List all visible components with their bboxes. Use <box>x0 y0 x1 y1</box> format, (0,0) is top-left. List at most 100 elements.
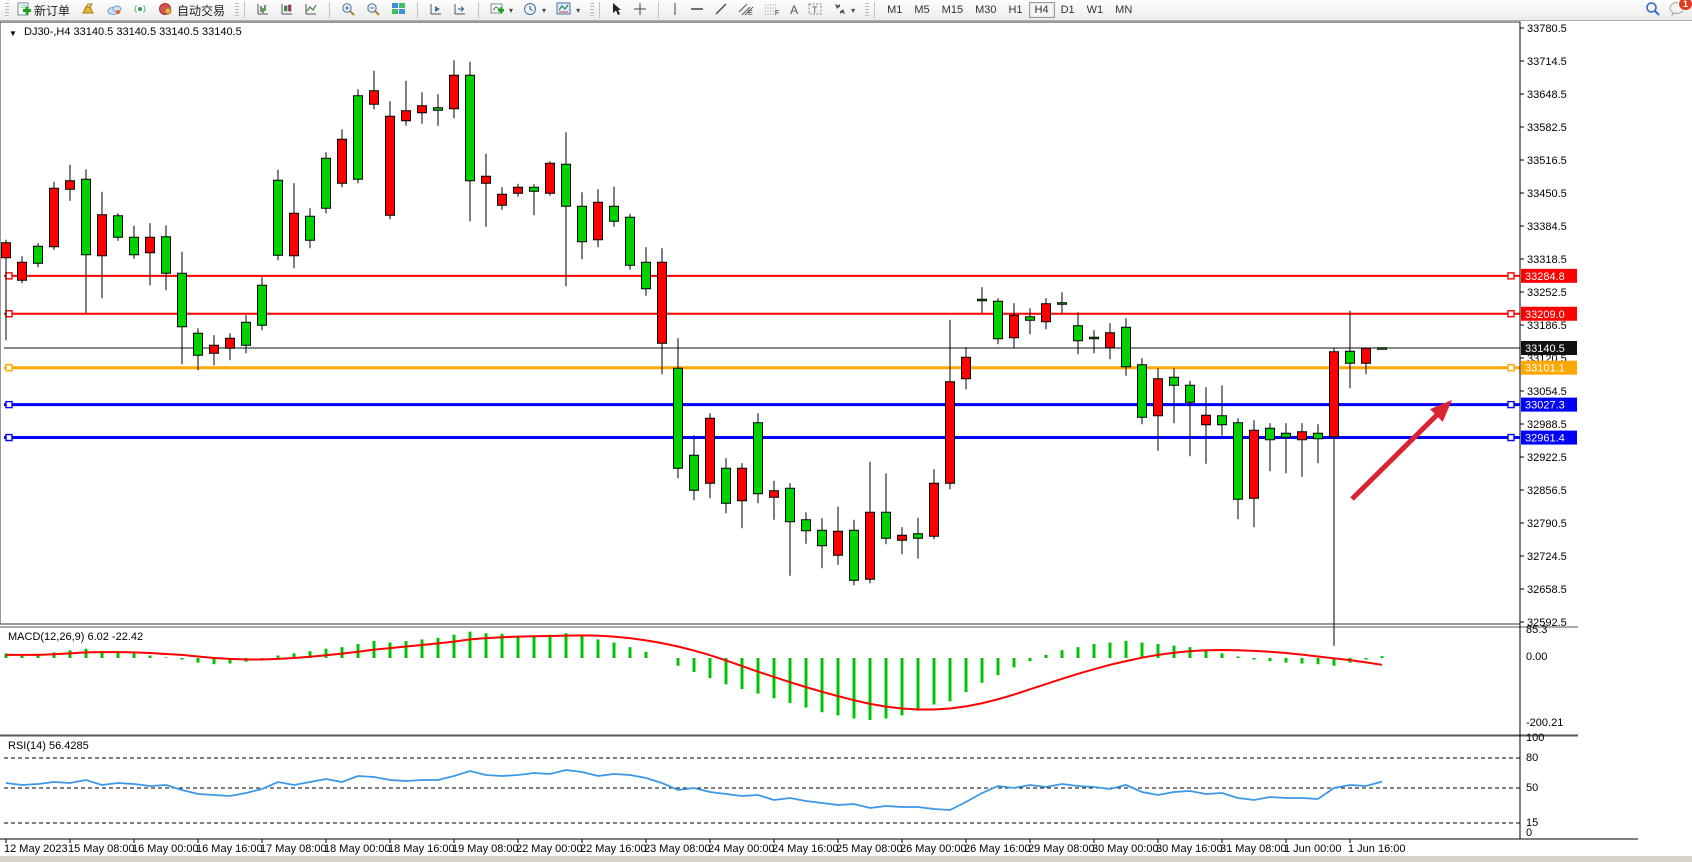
auto-trading-button[interactable]: 自动交易 <box>153 0 230 20</box>
candle-body-bear <box>962 357 971 379</box>
label-tool-button[interactable]: T <box>803 0 828 20</box>
time-axis-label: 30 May 00:00 <box>1092 843 1159 855</box>
toolbar-grip[interactable] <box>235 3 239 17</box>
candle-body-bull <box>1058 303 1067 305</box>
notifications-button[interactable]: 1 <box>1669 1 1686 19</box>
toolbar-grip[interactable] <box>865 3 869 17</box>
tab-timeframe-w1[interactable]: W1 <box>1081 2 1110 18</box>
candle-body-bear <box>594 202 603 240</box>
hline-handle-left[interactable] <box>6 365 12 371</box>
hline-handle-left[interactable] <box>6 311 12 317</box>
time-axis-label: 15 May 08:00 <box>68 843 135 855</box>
channel-tool-button[interactable]: E <box>733 0 759 20</box>
hline-tool-button[interactable] <box>685 0 709 20</box>
history-center-button[interactable] <box>75 0 101 20</box>
hline-handle-left[interactable] <box>6 402 12 408</box>
text-label-icon: T <box>808 2 823 18</box>
trendline-tool-button[interactable] <box>709 0 733 20</box>
candle-body-bull <box>1186 385 1195 402</box>
time-axis-label: 1 Jun 00:00 <box>1284 843 1342 855</box>
arrows-tool-button[interactable]: ▾ <box>828 0 860 20</box>
svg-text:T: T <box>812 5 818 15</box>
hline-handle-right[interactable] <box>1508 273 1514 279</box>
zoom-in-button[interactable] <box>336 0 361 20</box>
candle-body-bear <box>2 243 11 258</box>
candle-body-bull <box>802 520 811 531</box>
symbol-title: DJ30-,H4 33140.5 33140.5 33140.5 33140.5 <box>24 26 242 38</box>
time-axis-label: 26 May 16:00 <box>964 843 1031 855</box>
tab-timeframe-m1[interactable]: M1 <box>881 2 908 18</box>
signal-button[interactable] <box>128 0 153 20</box>
clock-icon <box>523 2 538 19</box>
timeframe-bar: M1 M5 M15 M30 H1 H4 D1 W1 MN <box>878 0 1141 20</box>
hline-handle-right[interactable] <box>1508 311 1514 317</box>
cloud-button[interactable] <box>101 0 128 20</box>
price-axis-label: 32658.5 <box>1527 584 1567 596</box>
candle-body-bull <box>1266 428 1275 440</box>
candle-body-bear <box>210 345 219 353</box>
toolbar-grip[interactable] <box>5 3 9 17</box>
candle-body-bull <box>306 216 315 240</box>
vline-tool-button[interactable] <box>665 0 685 20</box>
hline-handle-right[interactable] <box>1508 402 1514 408</box>
candle-body-bull <box>34 246 43 263</box>
candle-body-bull <box>258 285 267 325</box>
price-badge-label: 33209.0 <box>1525 309 1565 321</box>
bar-chart-mode-button[interactable] <box>251 0 275 20</box>
time-axis-label: 29 May 08:00 <box>1028 843 1095 855</box>
trendline-icon <box>714 2 728 18</box>
candle-chart-mode-button[interactable] <box>275 0 299 20</box>
zoom-in-icon <box>341 2 356 19</box>
auto-scroll-icon <box>429 2 443 18</box>
chart-shift-button[interactable] <box>448 0 472 20</box>
search-button[interactable] <box>1645 1 1661 20</box>
zoom-out-button[interactable] <box>361 0 386 20</box>
time-axis-label: 22 May 16:00 <box>580 843 647 855</box>
new-order-label: 新订单 <box>34 2 70 19</box>
toolbar-grip[interactable] <box>590 3 594 17</box>
tab-timeframe-h4[interactable]: H4 <box>1029 2 1055 18</box>
bar-chart-icon <box>256 2 270 18</box>
candle-body-bull <box>1282 433 1291 437</box>
tab-timeframe-m5[interactable]: M5 <box>908 2 935 18</box>
chart-canvas[interactable]: 33780.533714.533648.533582.533516.533450… <box>0 0 1692 862</box>
text-tool-button[interactable]: A <box>785 0 803 20</box>
time-axis-label: 25 May 08:00 <box>836 843 903 855</box>
tab-timeframe-mn[interactable]: MN <box>1109 2 1138 18</box>
tab-timeframe-m15[interactable]: M15 <box>936 2 969 18</box>
symbol-collapse-icon[interactable]: ▼ <box>9 29 17 38</box>
price-badge-label: 32961.4 <box>1525 433 1565 445</box>
template-icon <box>556 2 572 18</box>
new-chart-button[interactable]: ▾ <box>485 0 518 20</box>
candle-body-bull <box>626 217 635 265</box>
candle-body-bull <box>690 455 699 490</box>
rsi-label: RSI(14) 56.4285 <box>8 740 89 752</box>
new-order-button[interactable]: 新订单 <box>11 0 75 20</box>
hline-handle-left[interactable] <box>6 435 12 441</box>
candle-body-bull <box>850 530 859 580</box>
cursor-tool-button[interactable] <box>606 0 628 20</box>
hline-handle-left[interactable] <box>6 273 12 279</box>
rsi-axis-label: 100 <box>1526 732 1544 744</box>
arrows-icon <box>833 2 847 18</box>
price-axis-label: 33384.5 <box>1527 221 1567 233</box>
auto-scroll-button[interactable] <box>424 0 448 20</box>
line-chart-icon <box>304 2 318 18</box>
rsi-axis-label: 0 <box>1526 827 1532 839</box>
tab-timeframe-d1[interactable]: D1 <box>1055 2 1081 18</box>
candle-body-bear <box>226 338 235 348</box>
crosshair-tool-button[interactable] <box>628 0 652 20</box>
price-badge-label: 33140.5 <box>1525 343 1565 355</box>
time-axis-label: 16 May 16:00 <box>196 843 263 855</box>
tab-timeframe-m30[interactable]: M30 <box>969 2 1002 18</box>
fibonacci-tool-button[interactable]: F <box>759 0 785 20</box>
hline-handle-right[interactable] <box>1508 435 1514 441</box>
candle-body-bear <box>18 262 27 280</box>
template-button[interactable]: ▾ <box>551 0 585 20</box>
period-button[interactable]: ▾ <box>518 0 551 20</box>
price-badge-label: 33027.3 <box>1525 400 1565 412</box>
hline-handle-right[interactable] <box>1508 365 1514 371</box>
line-chart-mode-button[interactable] <box>299 0 323 20</box>
tab-timeframe-h1[interactable]: H1 <box>1002 2 1028 18</box>
tile-windows-button[interactable] <box>386 0 411 20</box>
